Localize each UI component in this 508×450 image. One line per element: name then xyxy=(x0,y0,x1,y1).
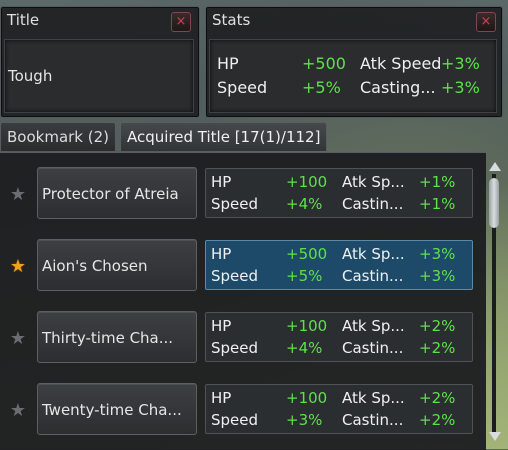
stat-value: +100 xyxy=(286,317,328,335)
title-stat-line: HP +100 Atk Sp... +1% xyxy=(211,171,469,193)
stat-value: +4% xyxy=(286,339,323,357)
current-stats-line: Speed +5% Casting... +3% xyxy=(217,77,480,99)
stat-label: Castin... xyxy=(342,411,404,429)
stat-value: +100 xyxy=(286,173,328,191)
title-stat-line: HP +500 Atk Sp... +3% xyxy=(211,243,469,265)
title-row[interactable]: ★ Twenty-time Cha... HP +100 Atk Sp... +2% Spe… xyxy=(0,374,486,446)
stat-value: +1% xyxy=(419,173,456,191)
stat-label: Castin... xyxy=(342,339,404,357)
stat-label: Atk Speed xyxy=(360,54,442,73)
title-name-button[interactable]: Aion's Chosen xyxy=(37,239,197,291)
title-row[interactable]: ★ Thirty-time Cha... HP +100 Atk Sp... +2% Spe… xyxy=(0,302,486,374)
title-panel-close-button[interactable]: × xyxy=(171,12,191,32)
stat-label: Speed xyxy=(211,195,259,213)
stat-label: HP xyxy=(211,389,232,407)
scroll-down-arrow-icon[interactable] xyxy=(489,432,501,441)
title-stats-box[interactable]: HP +500 Atk Sp... +3% Speed +5% Castin... +3% xyxy=(205,240,473,290)
stat-value: +1% xyxy=(419,195,456,213)
stat-label: Atk Sp... xyxy=(342,173,405,191)
stat-value: +500 xyxy=(302,54,346,73)
title-list-scrollbar[interactable] xyxy=(486,160,504,447)
title-name-button[interactable]: Protector of Atreia xyxy=(37,167,197,219)
title-row[interactable]: ★ Aion's Chosen HP +500 Atk Sp... +3% Speed +5%… xyxy=(0,230,486,302)
stat-label: Speed xyxy=(211,339,259,357)
stat-label: Atk Sp... xyxy=(342,389,405,407)
stat-value: +3% xyxy=(441,54,480,73)
stat-value: +5% xyxy=(286,267,323,285)
stat-value: +500 xyxy=(286,245,328,263)
stat-label: HP xyxy=(211,317,232,335)
title-stats-box[interactable]: HP +100 Atk Sp... +2% Speed +3% Castin... +2% xyxy=(205,384,473,434)
bookmark-star-icon[interactable]: ★ xyxy=(9,402,27,420)
title-stat-line: HP +100 Atk Sp... +2% xyxy=(211,315,469,337)
current-stats-line: HP +500 Atk Speed +3% xyxy=(217,53,480,75)
stat-label: HP xyxy=(211,245,232,263)
stat-value: +4% xyxy=(286,195,323,213)
stats-panel: Stats × HP +500 Atk Speed +3% Speed +5% … xyxy=(205,6,503,118)
title-list: ★ Protector of Atreia HP +100 Atk Sp... +1% Sp… xyxy=(0,152,486,450)
stat-value: +2% xyxy=(419,339,456,357)
bookmark-star-icon[interactable]: ★ xyxy=(9,186,27,204)
stat-label: Castin... xyxy=(342,195,404,213)
stat-label: Speed xyxy=(211,411,259,429)
title-panel: Title × Tough xyxy=(0,6,200,118)
stat-label: Castin... xyxy=(342,267,404,285)
stat-label: Speed xyxy=(211,267,259,285)
current-stats-box: HP +500 Atk Speed +3% Speed +5% Casting.… xyxy=(209,39,497,113)
stats-panel-header: Stats xyxy=(212,11,251,29)
stat-value: +100 xyxy=(286,389,328,407)
title-row[interactable]: ★ Protector of Atreia HP +100 Atk Sp... +1% Sp… xyxy=(0,158,486,230)
title-stat-line: Speed +4% Castin... +2% xyxy=(211,337,469,359)
stat-label: Atk Sp... xyxy=(342,317,405,335)
stat-value: +3% xyxy=(441,78,480,97)
title-name-button[interactable]: Twenty-time Cha... xyxy=(37,383,197,435)
tab-acquired-title[interactable]: Acquired Title [17(1)/112] xyxy=(120,122,328,151)
stat-value: +5% xyxy=(302,78,341,97)
current-title-box: Tough xyxy=(4,39,194,113)
stat-label: HP xyxy=(211,173,232,191)
stat-value: +3% xyxy=(419,267,456,285)
stat-value: +3% xyxy=(419,245,456,263)
stat-value: +3% xyxy=(286,411,323,429)
scrollbar-thumb[interactable] xyxy=(489,178,499,228)
title-stats-box[interactable]: HP +100 Atk Sp... +2% Speed +4% Castin... +2% xyxy=(205,312,473,362)
scroll-up-arrow-icon[interactable] xyxy=(489,162,501,171)
stat-value: +2% xyxy=(419,389,456,407)
stat-value: +2% xyxy=(419,317,456,335)
tab-bookmark[interactable]: Bookmark (2) xyxy=(0,122,117,151)
stat-label: HP xyxy=(217,54,239,73)
stat-label: Atk Sp... xyxy=(342,245,405,263)
stat-value: +2% xyxy=(419,411,456,429)
title-name-button[interactable]: Thirty-time Cha... xyxy=(37,311,197,363)
title-panel-header: Title xyxy=(7,11,40,29)
title-stat-line: Speed +5% Castin... +3% xyxy=(211,265,469,287)
stat-label: Casting... xyxy=(360,78,436,97)
title-stat-line: HP +100 Atk Sp... +2% xyxy=(211,387,469,409)
title-stat-line: Speed +4% Castin... +1% xyxy=(211,193,469,215)
title-stats-box[interactable]: HP +100 Atk Sp... +1% Speed +4% Castin... +1% xyxy=(205,168,473,218)
bookmark-star-icon[interactable]: ★ xyxy=(9,330,27,348)
stat-label: Speed xyxy=(217,78,268,97)
title-stat-line: Speed +3% Castin... +2% xyxy=(211,409,469,431)
current-title-text: Tough xyxy=(8,67,53,85)
stats-panel-close-button[interactable]: × xyxy=(476,12,496,32)
bookmark-star-filled-icon[interactable]: ★ xyxy=(9,258,27,276)
